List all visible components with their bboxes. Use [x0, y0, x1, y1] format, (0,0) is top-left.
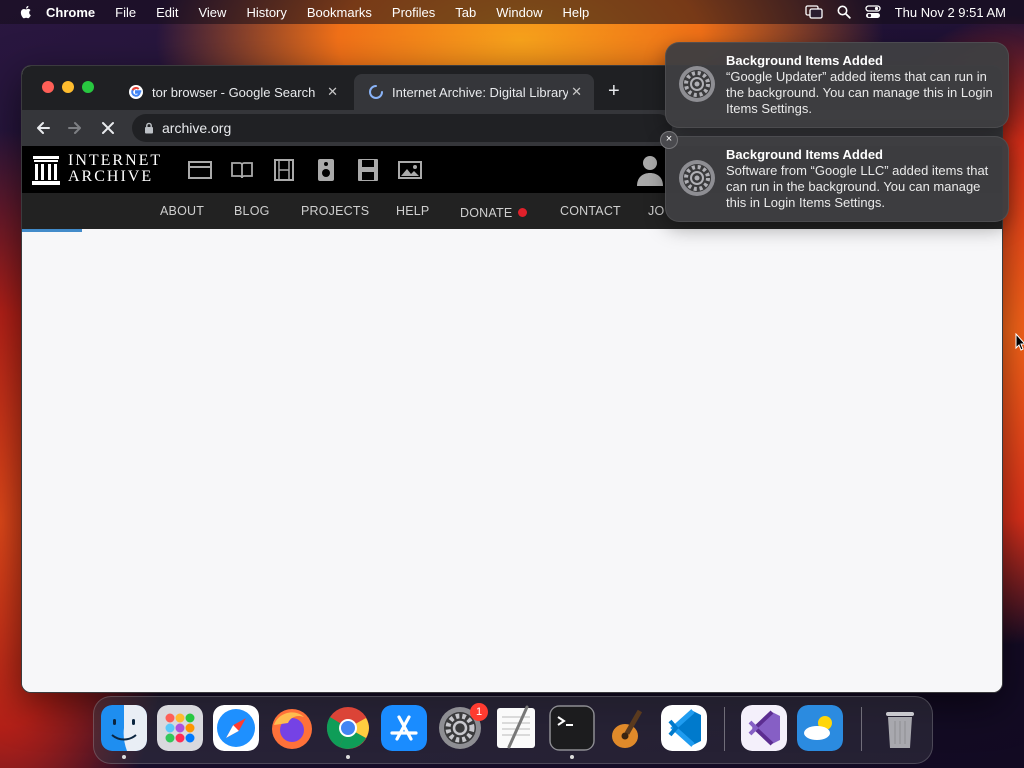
- control-center-icon[interactable]: [865, 5, 881, 19]
- dock-separator: [861, 707, 862, 751]
- zoom-window-button[interactable]: [82, 81, 94, 93]
- wordmark-line-2: ARCHIVE: [68, 168, 154, 185]
- nav-donate-label: DONATE: [460, 206, 513, 220]
- minimize-window-button[interactable]: [62, 81, 74, 93]
- menu-tab[interactable]: Tab: [455, 5, 476, 20]
- chrome-icon[interactable]: [325, 705, 371, 751]
- spotlight-search-icon[interactable]: [837, 5, 851, 19]
- launchpad-icon[interactable]: [157, 705, 203, 751]
- lock-icon[interactable]: [144, 122, 154, 134]
- menu-bar-clock[interactable]: Thu Nov 2 9:51 AM: [895, 5, 1006, 20]
- terminal-icon[interactable]: [549, 705, 595, 751]
- notification-title: Background Items Added: [726, 53, 883, 68]
- tab-google-search[interactable]: tor browser - Google Search ✕: [114, 74, 350, 110]
- tab-close-icon[interactable]: ✕: [327, 84, 338, 100]
- tab-title: Internet Archive: Digital Library: [392, 84, 568, 100]
- menu-window[interactable]: Window: [496, 5, 542, 20]
- user-account-icon[interactable]: [636, 154, 664, 186]
- system-settings-gear-icon: [679, 66, 715, 102]
- notification-google-llc[interactable]: Background Items Added Software from “Go…: [665, 136, 1009, 222]
- menu-bookmarks[interactable]: Bookmarks: [307, 5, 372, 20]
- dock: 1: [93, 696, 933, 764]
- forward-arrow-icon[interactable]: [66, 119, 84, 137]
- trash-icon[interactable]: [877, 705, 923, 751]
- tab-close-icon[interactable]: ✕: [571, 84, 582, 100]
- notification-title: Background Items Added: [726, 147, 883, 162]
- heart-icon: [518, 208, 528, 218]
- menu-file[interactable]: File: [115, 5, 136, 20]
- app-store-icon[interactable]: [381, 705, 427, 751]
- software-floppy-icon[interactable]: [356, 159, 380, 181]
- screen-mirroring-icon[interactable]: [805, 5, 823, 19]
- visual-studio-icon[interactable]: [741, 705, 787, 751]
- wordmark-line-1: INTERNET: [68, 152, 163, 169]
- nav-about[interactable]: ABOUT: [160, 204, 204, 218]
- textedit-icon[interactable]: [493, 705, 539, 751]
- video-film-icon[interactable]: [272, 159, 296, 181]
- menu-bar-status: Thu Nov 2 9:51 AM: [805, 0, 1006, 24]
- google-favicon-icon: [129, 85, 143, 99]
- nav-blog[interactable]: BLOG: [234, 204, 270, 218]
- running-indicator: [570, 755, 574, 759]
- running-indicator: [122, 755, 126, 759]
- weather-icon[interactable]: [797, 705, 843, 751]
- loading-spinner-icon: [369, 85, 383, 99]
- safari-icon[interactable]: [213, 705, 259, 751]
- texts-book-icon[interactable]: [230, 159, 254, 181]
- finder-icon[interactable]: [101, 705, 147, 751]
- address-bar-url: archive.org: [162, 120, 232, 136]
- address-bar[interactable]: archive.org: [132, 114, 672, 142]
- page-content: [22, 232, 1002, 692]
- nav-donate[interactable]: DONATE: [460, 204, 528, 222]
- menu-profiles[interactable]: Profiles: [392, 5, 435, 20]
- notification-close-button[interactable]: ×: [660, 131, 678, 149]
- web-archive-icon[interactable]: [188, 159, 212, 181]
- tab-internet-archive[interactable]: Internet Archive: Digital Library ✕: [354, 74, 594, 110]
- images-picture-icon[interactable]: [398, 159, 422, 181]
- notification-body: Software from “Google LLC” added items t…: [726, 163, 989, 210]
- nav-help[interactable]: HELP: [396, 204, 429, 218]
- internet-archive-wordmark[interactable]: INTERNET ARCHIVE: [68, 153, 162, 185]
- dock-separator: [724, 707, 725, 751]
- firefox-icon[interactable]: [269, 705, 315, 751]
- menu-app-name[interactable]: Chrome: [46, 5, 95, 20]
- running-indicator: [346, 755, 350, 759]
- vscode-icon[interactable]: [661, 705, 707, 751]
- new-tab-button[interactable]: +: [608, 80, 620, 103]
- internet-archive-logo-icon[interactable]: [32, 154, 60, 186]
- nav-contact[interactable]: CONTACT: [560, 204, 621, 218]
- nav-join[interactable]: JO: [648, 204, 664, 218]
- notification-body: “Google Updater” added items that can ru…: [726, 69, 993, 116]
- back-arrow-icon[interactable]: [34, 119, 52, 137]
- close-window-button[interactable]: [42, 81, 54, 93]
- notification-google-updater[interactable]: Background Items Added “Google Updater” …: [665, 42, 1009, 128]
- apple-menu-icon[interactable]: [18, 4, 34, 20]
- stop-loading-icon[interactable]: [99, 119, 117, 137]
- menu-edit[interactable]: Edit: [156, 5, 178, 20]
- notification-badge: 1: [470, 703, 488, 721]
- audio-speaker-icon[interactable]: [314, 159, 338, 181]
- system-settings-gear-icon: [679, 160, 715, 196]
- tab-title: tor browser - Google Search: [152, 84, 316, 100]
- garageband-icon[interactable]: [605, 705, 651, 751]
- menu-view[interactable]: View: [198, 5, 226, 20]
- mouse-cursor-icon: [1015, 333, 1024, 351]
- nav-projects[interactable]: PROJECTS: [301, 204, 369, 218]
- menu-history[interactable]: History: [246, 5, 286, 20]
- menu-help[interactable]: Help: [563, 5, 590, 20]
- menu-bar: Chrome File Edit View History Bookmarks …: [0, 0, 1024, 24]
